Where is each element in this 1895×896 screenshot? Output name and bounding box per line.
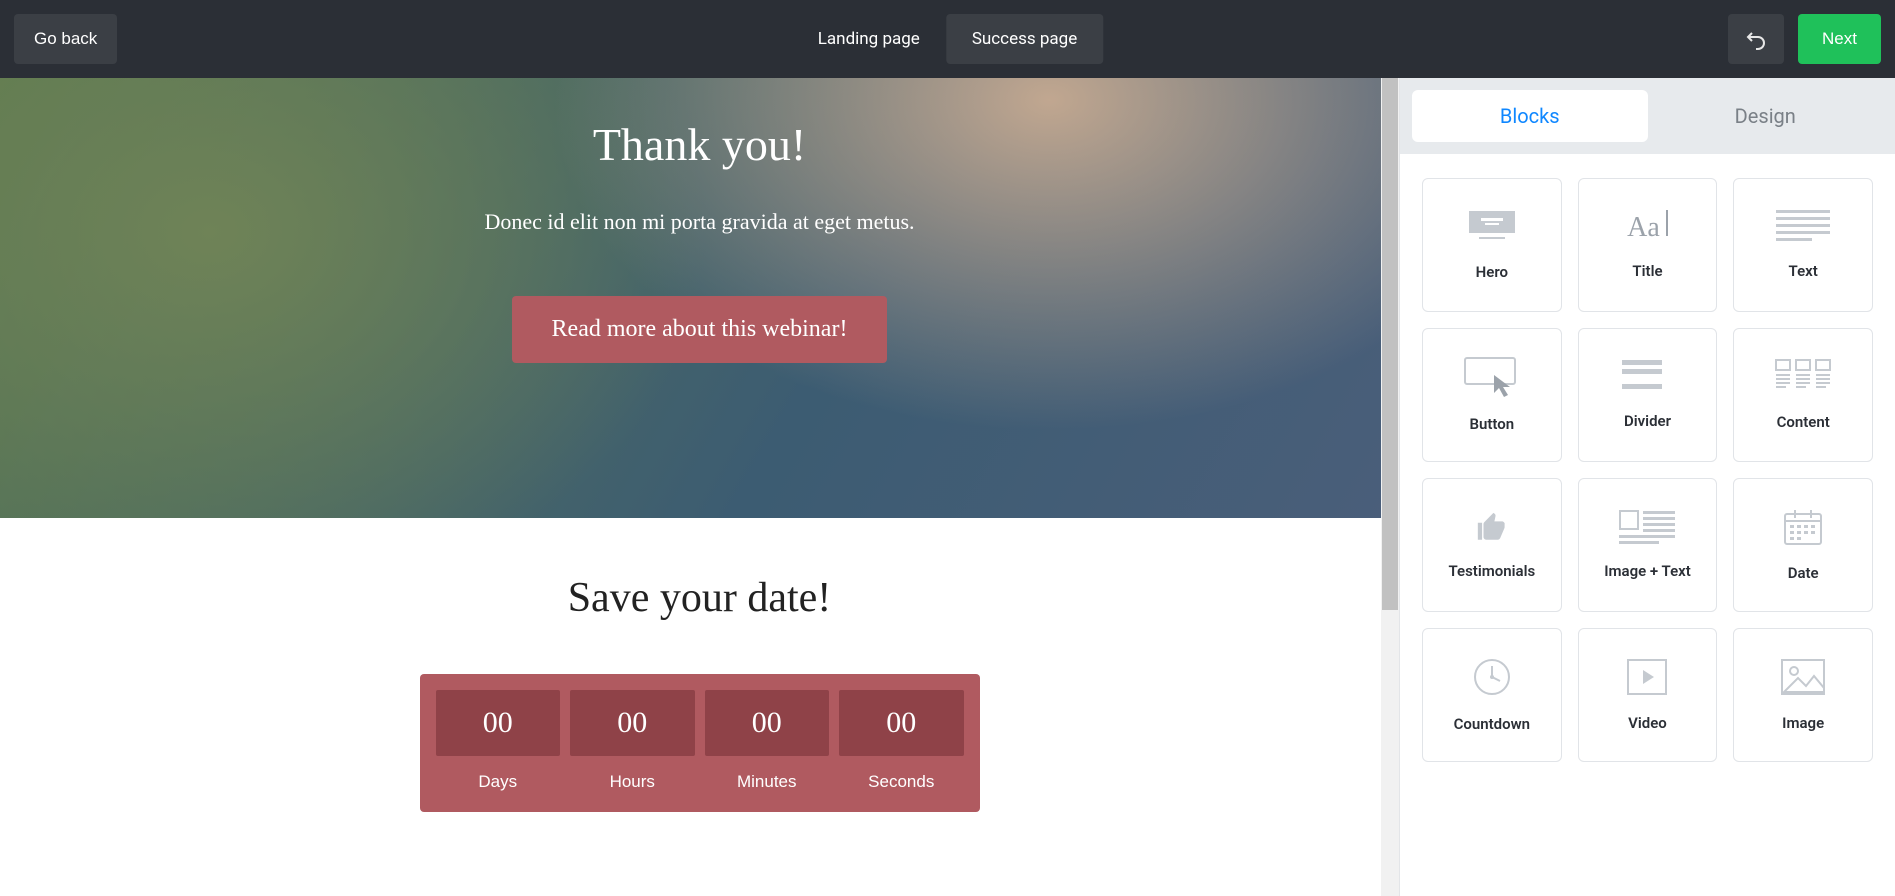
countdown-value: 00: [436, 690, 561, 756]
block-label: Hero: [1476, 263, 1508, 281]
content-block-icon: [1775, 359, 1831, 395]
image-icon: [1780, 658, 1826, 696]
countdown[interactable]: 00 Days 00 Hours 00 Minutes 00 Seconds: [420, 674, 980, 812]
countdown-cell-minutes: 00 Minutes: [705, 690, 830, 792]
hero-subtitle: Donec id elit non mi porta gravida at eg…: [484, 205, 914, 238]
countdown-cell-seconds: 00 Seconds: [839, 690, 964, 792]
thumbs-up-icon: [1474, 510, 1510, 544]
block-label: Content: [1777, 413, 1830, 431]
block-text[interactable]: Text: [1733, 178, 1873, 312]
countdown-label: Hours: [610, 772, 655, 792]
video-icon: [1626, 658, 1668, 696]
block-label: Testimonials: [1448, 562, 1535, 580]
workspace: Thank you! Donec id elit non mi porta gr…: [0, 78, 1895, 896]
go-back-button[interactable]: Go back: [14, 14, 117, 64]
canvas[interactable]: Thank you! Donec id elit non mi porta gr…: [0, 78, 1399, 896]
hero-block-icon: [1467, 209, 1517, 245]
block-title[interactable]: Aa Title: [1578, 178, 1718, 312]
block-testimonials[interactable]: Testimonials: [1422, 478, 1562, 612]
title-block-icon: Aa: [1627, 210, 1668, 244]
block-content[interactable]: Content: [1733, 328, 1873, 462]
undo-button[interactable]: [1728, 14, 1784, 64]
block-label: Text: [1789, 262, 1818, 280]
calendar-icon: [1783, 508, 1823, 546]
save-date-block[interactable]: Save your date! 00 Days 00 Hours 00 Minu…: [0, 518, 1399, 812]
hero-title: Thank you!: [593, 118, 806, 171]
block-label: Video: [1628, 714, 1667, 732]
hero-cta-button[interactable]: Read more about this webinar!: [512, 296, 888, 363]
countdown-value: 00: [570, 690, 695, 756]
block-image[interactable]: Image: [1733, 628, 1873, 762]
block-label: Image + Text: [1604, 562, 1691, 580]
block-label: Image: [1782, 714, 1824, 732]
scrollbar-thumb[interactable]: [1382, 78, 1398, 610]
block-image-text[interactable]: Image + Text: [1578, 478, 1718, 612]
block-label: Date: [1788, 564, 1819, 582]
countdown-value: 00: [839, 690, 964, 756]
panel-tab-design[interactable]: Design: [1648, 90, 1884, 142]
block-button[interactable]: Button: [1422, 328, 1562, 462]
canvas-scrollbar[interactable]: ▲: [1381, 78, 1399, 896]
topbar: Go back Landing page Success page Next: [0, 0, 1895, 78]
block-hero[interactable]: Hero: [1422, 178, 1562, 312]
block-divider[interactable]: Divider: [1578, 328, 1718, 462]
topbar-right: Next: [1728, 14, 1881, 64]
blocks-grid: Hero Aa Title Text Button: [1400, 154, 1895, 786]
hero-block[interactable]: Thank you! Donec id elit non mi porta gr…: [0, 78, 1399, 518]
clock-icon: [1472, 657, 1512, 697]
page-tabs: Landing page Success page: [792, 14, 1103, 64]
countdown-cell-hours: 00 Hours: [570, 690, 695, 792]
panel-tab-blocks[interactable]: Blocks: [1412, 90, 1648, 142]
tab-landing-page[interactable]: Landing page: [792, 14, 946, 64]
divider-block-icon: [1622, 360, 1672, 394]
block-video[interactable]: Video: [1578, 628, 1718, 762]
countdown-value: 00: [705, 690, 830, 756]
save-date-title: Save your date!: [0, 574, 1399, 622]
block-label: Title: [1632, 262, 1662, 280]
block-date[interactable]: Date: [1733, 478, 1873, 612]
block-label: Button: [1470, 415, 1515, 433]
tab-success-page[interactable]: Success page: [946, 14, 1103, 64]
button-block-icon: [1464, 357, 1520, 397]
countdown-label: Seconds: [868, 772, 934, 792]
undo-icon: [1744, 27, 1768, 51]
block-label: Divider: [1624, 412, 1671, 430]
text-block-icon: [1776, 210, 1830, 244]
countdown-label: Days: [478, 772, 517, 792]
block-countdown[interactable]: Countdown: [1422, 628, 1562, 762]
next-button[interactable]: Next: [1798, 14, 1881, 64]
panel-tabs: Blocks Design: [1400, 78, 1895, 154]
side-panel: Blocks Design Hero Aa Title Text: [1399, 78, 1895, 896]
countdown-cell-days: 00 Days: [436, 690, 561, 792]
block-label: Countdown: [1454, 715, 1530, 733]
image-text-block-icon: [1619, 510, 1675, 544]
countdown-label: Minutes: [737, 772, 797, 792]
